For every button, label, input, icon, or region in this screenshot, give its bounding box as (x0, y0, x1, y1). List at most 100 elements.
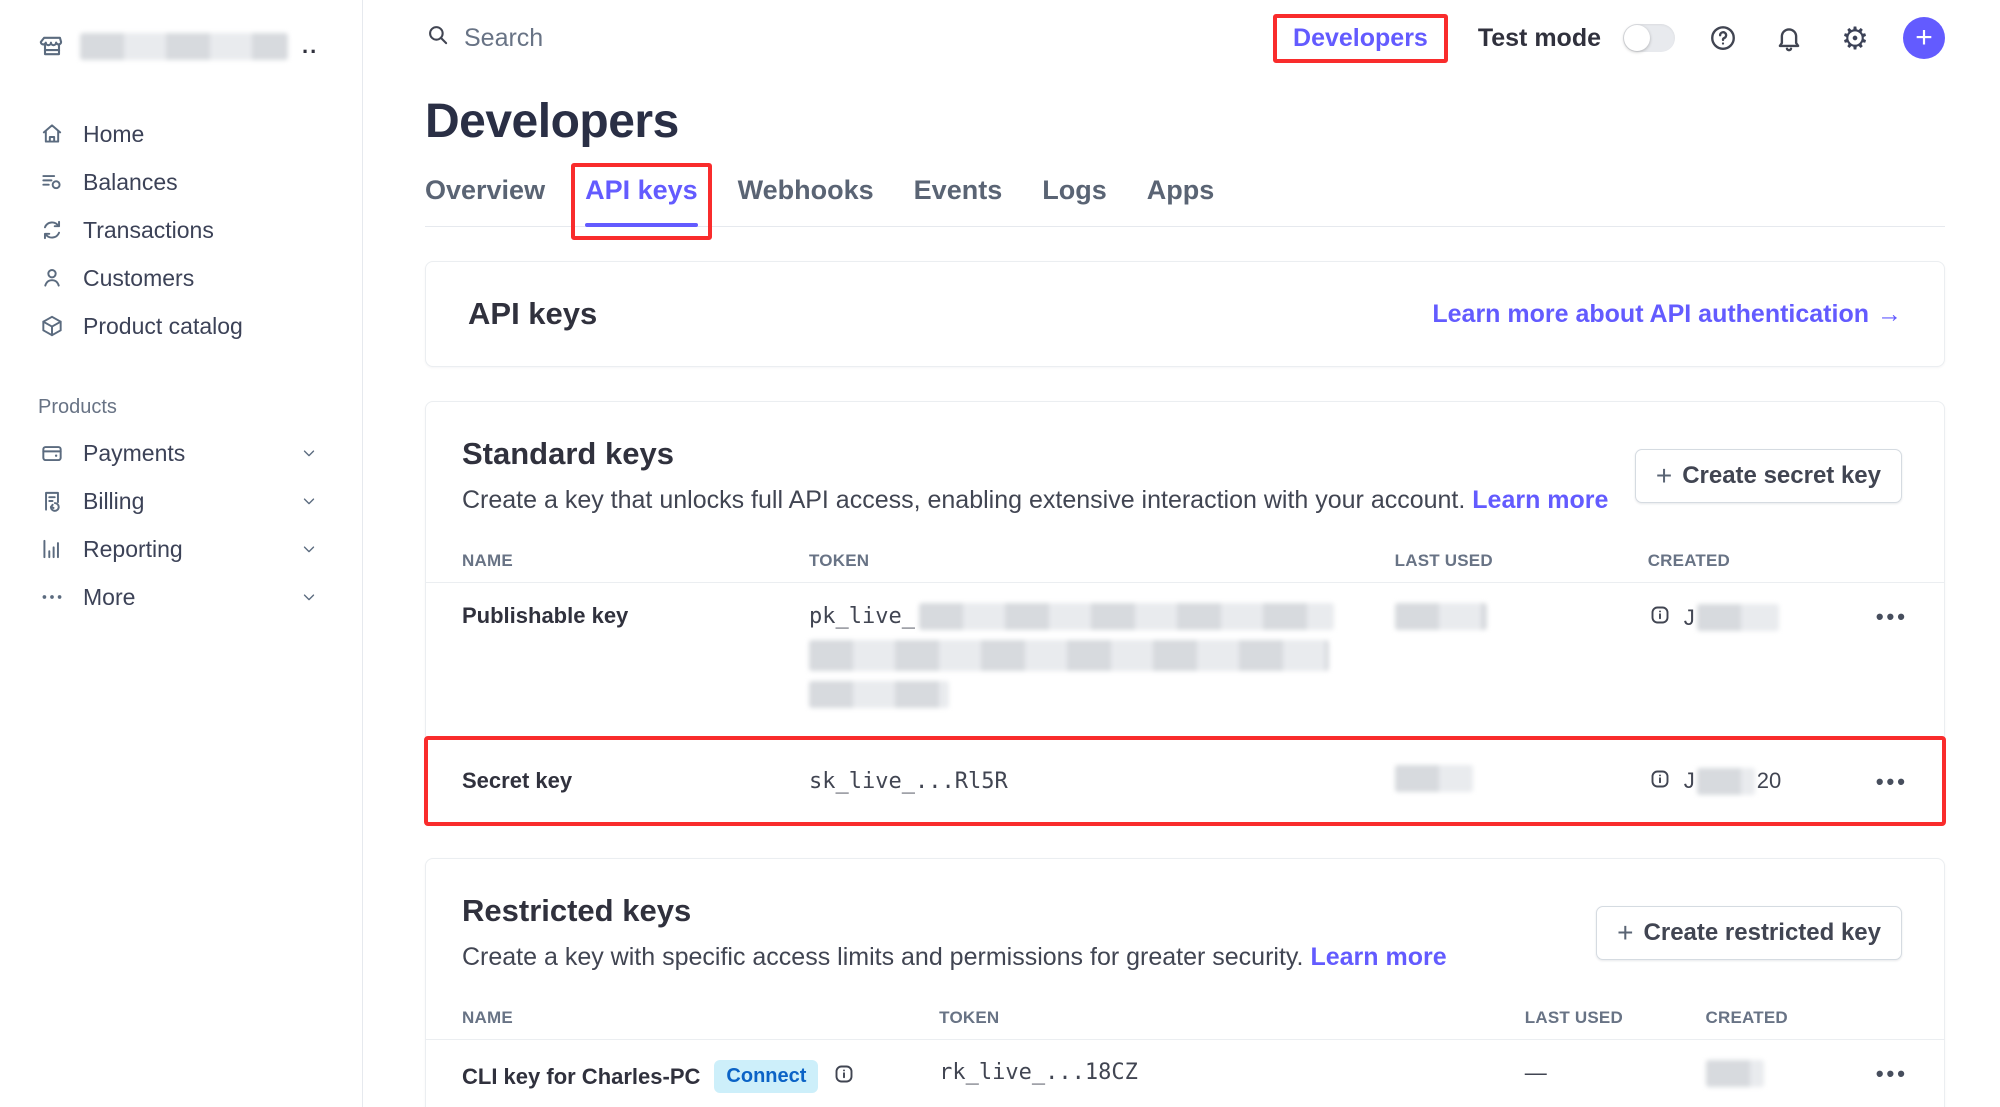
help-icon[interactable] (1705, 20, 1741, 56)
sidebar-item-balances[interactable]: Balances (38, 158, 362, 206)
row-overflow-menu[interactable]: ••• (1876, 604, 1908, 629)
search-icon (425, 22, 451, 55)
token-redacted-block (809, 640, 1329, 671)
sidebar-item-transactions[interactable]: Transactions (38, 206, 362, 254)
payments-icon (38, 439, 66, 467)
secret-key-token[interactable]: sk_live_...Rl5R (809, 769, 1395, 794)
notifications-bell-icon[interactable] (1771, 20, 1807, 56)
sidebar-item-reporting[interactable]: Reporting (38, 525, 362, 573)
cli-key-token[interactable]: rk_live_...18CZ (939, 1060, 1525, 1085)
standard-keys-learn-more-link[interactable]: Learn more (1472, 486, 1608, 514)
row-overflow-menu[interactable]: ••• (1876, 1061, 1908, 1086)
sidebar-item-label: Reporting (83, 536, 183, 563)
standard-keys-title: Standard keys (462, 436, 1608, 472)
arrow-right-icon: → (1877, 300, 1902, 329)
balances-icon (38, 168, 66, 196)
restricted-keys-card: Restricted keys Create a key with specif… (425, 858, 1945, 1107)
create-secret-key-button[interactable]: + Create secret key (1635, 449, 1902, 503)
last-used-redacted (1395, 765, 1473, 792)
learn-more-api-auth-link[interactable]: Learn more about API authentication → (1432, 300, 1902, 329)
topbar-actions: Developers Test mode (1273, 14, 1945, 63)
test-mode-toggle[interactable] (1623, 24, 1675, 52)
account-name-redacted (80, 33, 288, 60)
sidebar-item-more[interactable]: More (38, 573, 362, 621)
publishable-key-token[interactable]: pk_live_ (809, 603, 1395, 718)
sidebar-item-customers[interactable]: Customers (38, 254, 362, 302)
connect-badge[interactable]: Connect (714, 1060, 818, 1093)
info-icon[interactable] (832, 1062, 856, 1091)
create-plus-button[interactable]: + (1903, 17, 1945, 59)
row-overflow-menu[interactable]: ••• (1876, 769, 1908, 794)
page-title: Developers (425, 94, 1945, 149)
table-row-cli-key: CLI key for Charles-PC Connect Expires i… (426, 1040, 1944, 1107)
account-name-suffix: .. (302, 33, 318, 59)
standard-keys-header: Standard keys Create a key that unlocks … (462, 436, 1608, 515)
api-keys-card: API keys Learn more about API authentica… (425, 261, 1945, 367)
created-cell (1706, 1060, 1836, 1092)
sidebar-item-label: Billing (83, 488, 144, 515)
product-catalog-icon (38, 312, 66, 340)
sidebar-item-product-catalog[interactable]: Product catalog (38, 302, 362, 350)
tab-events[interactable]: Events (914, 175, 1003, 206)
sidebar-item-label: Balances (83, 169, 178, 196)
restricted-keys-table-header: NAME TOKEN LAST USED CREATED (426, 996, 1944, 1040)
sidebar-section-products: Products (38, 396, 362, 419)
chevron-down-icon[interactable] (300, 588, 318, 606)
restricted-keys-description: Create a key with specific access limits… (462, 943, 1304, 971)
token-redacted-block (919, 603, 1334, 630)
toggle-knob (1624, 25, 1650, 51)
active-tab-indicator (585, 223, 698, 227)
sidebar-item-home[interactable]: Home (38, 110, 362, 158)
info-icon[interactable] (1648, 767, 1672, 796)
token-redacted-block (809, 681, 949, 708)
home-icon (38, 120, 66, 148)
sidebar-nav: Home Balances Transactions (38, 110, 362, 621)
more-dots-icon (38, 583, 66, 611)
tab-api-keys[interactable]: API keys (585, 175, 698, 206)
search-input[interactable]: Search (425, 22, 543, 55)
reporting-icon (38, 535, 66, 563)
info-icon[interactable] (1648, 603, 1672, 632)
created-redacted (1697, 604, 1779, 631)
sidebar-item-label: Customers (83, 265, 194, 292)
chevron-down-icon[interactable] (300, 444, 318, 462)
table-row-secret-key: Secret key sk_live_...Rl5R J (426, 738, 1944, 823)
search-placeholder: Search (464, 24, 543, 53)
sidebar-item-billing[interactable]: Billing (38, 477, 362, 525)
stripe-dashboard: .. Home Balances (0, 0, 2000, 1107)
standard-keys-card: Standard keys Create a key that unlocks … (425, 401, 1945, 824)
tab-apps[interactable]: Apps (1147, 175, 1215, 206)
last-used-redacted (1395, 603, 1487, 630)
restricted-keys-learn-more-link[interactable]: Learn more (1310, 943, 1446, 971)
settings-gear-icon[interactable]: ⚙ (1837, 20, 1873, 56)
tab-logs[interactable]: Logs (1042, 175, 1107, 206)
sidebar-item-label: Home (83, 121, 144, 148)
chevron-down-icon[interactable] (300, 492, 318, 510)
account-switcher[interactable]: .. (38, 26, 362, 66)
topbar: Search Developers Test mode (425, 0, 1945, 76)
sidebar-item-payments[interactable]: Payments (38, 429, 362, 477)
plus-icon: + (1617, 917, 1633, 949)
tab-webhooks[interactable]: Webhooks (738, 175, 874, 206)
tab-overview[interactable]: Overview (425, 175, 545, 206)
created-redacted (1697, 768, 1755, 795)
developers-link[interactable]: Developers (1293, 24, 1428, 52)
created-cell: J 20 (1648, 767, 1836, 796)
create-restricted-key-button[interactable]: + Create restricted key (1596, 906, 1902, 960)
restricted-keys-header: Restricted keys Create a key with specif… (462, 893, 1447, 972)
cli-key-name: CLI key for Charles-PC (462, 1064, 700, 1090)
plus-icon: + (1915, 21, 1933, 55)
last-used-cell (1395, 603, 1648, 635)
api-keys-card-title: API keys (468, 296, 597, 332)
restricted-keys-title: Restricted keys (462, 893, 1447, 929)
last-used-empty: — (1525, 1060, 1547, 1085)
chevron-down-icon[interactable] (300, 540, 318, 558)
created-redacted (1706, 1060, 1764, 1087)
sidebar-item-label: Transactions (83, 217, 214, 244)
standard-keys-table-header: NAME TOKEN LAST USED CREATED (426, 539, 1944, 583)
main-content: Search Developers Test mode (363, 0, 2000, 1107)
sidebar-item-label: Payments (83, 440, 185, 467)
last-used-cell (1395, 765, 1648, 797)
annotation-box-developers: Developers (1273, 14, 1448, 63)
sidebar-item-label: Product catalog (83, 313, 243, 340)
